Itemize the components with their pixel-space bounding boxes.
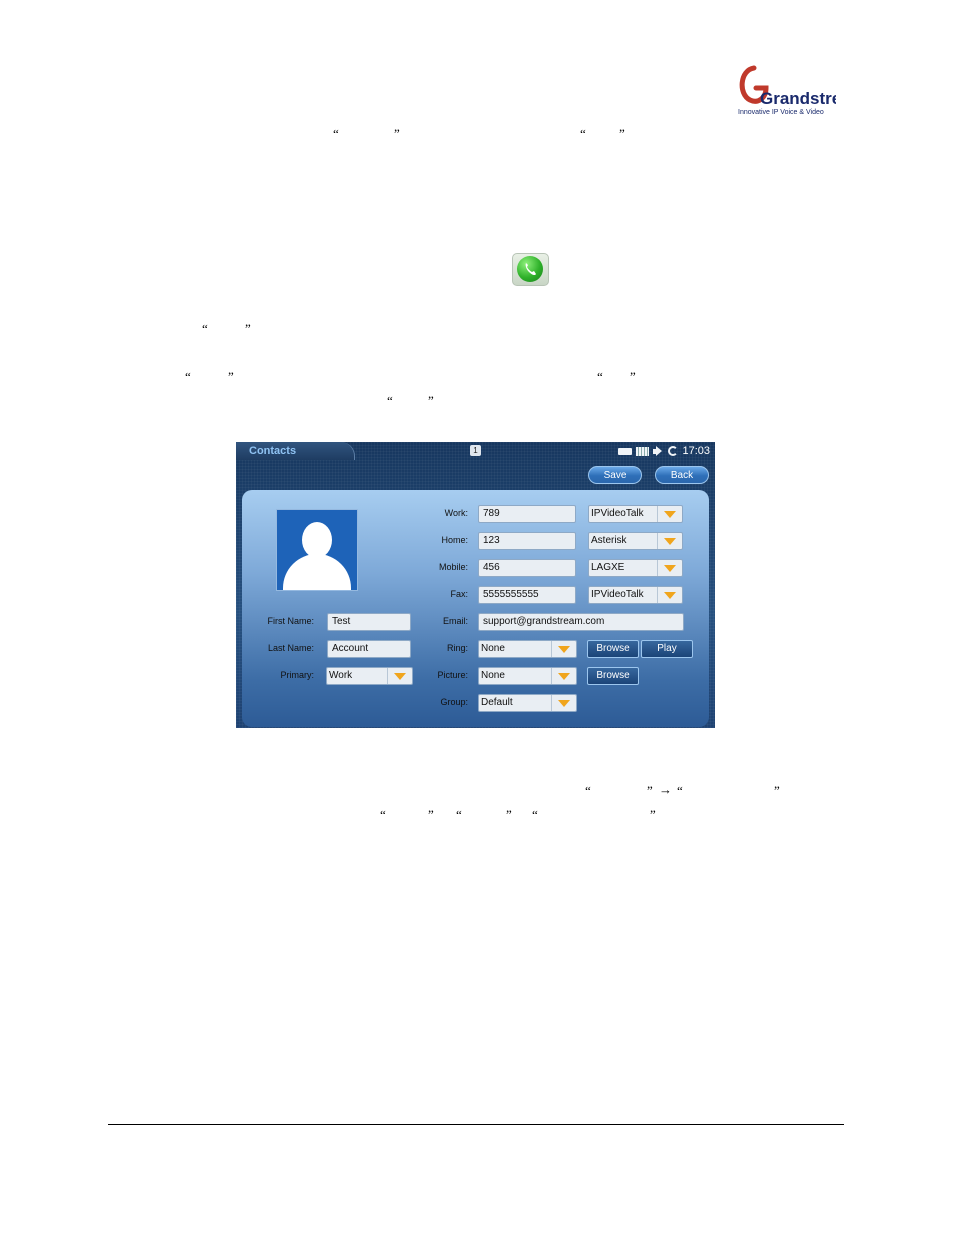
last-name-label: Last Name: [267, 643, 314, 653]
volume-icon [653, 446, 664, 456]
last-name-input[interactable]: Account [327, 640, 411, 658]
quote-mark: ” [394, 126, 400, 141]
grandstream-logo: Grandstream Innovative IP Voice & Video [736, 60, 866, 120]
picture-value: None [481, 670, 505, 681]
mobile-account-value: LAGXE [591, 562, 625, 573]
quote-mark: “ [585, 783, 591, 798]
mobile-account-select[interactable]: LAGXE [588, 559, 683, 577]
quote-mark: ” [245, 321, 251, 336]
dropdown-arrow-icon [657, 533, 682, 549]
quote-mark: “ [597, 369, 603, 384]
quote-mark: “ [387, 393, 393, 408]
quote-mark: ” [428, 393, 434, 408]
picture-browse-button[interactable]: Browse [587, 667, 639, 685]
picture-select[interactable]: None [478, 667, 577, 685]
group-select[interactable]: Default [478, 694, 577, 712]
home-label: Home: [441, 535, 468, 545]
logo-text: Grandstream [760, 89, 836, 108]
home-number-input[interactable]: 123 [478, 532, 576, 550]
keyboard-icon [636, 446, 650, 456]
fax-account-select[interactable]: IPVideoTalk [588, 586, 683, 604]
dropdown-arrow-icon [551, 641, 576, 657]
primary-select[interactable]: Work [326, 667, 413, 685]
ring-select[interactable]: None [478, 640, 577, 658]
contacts-tab[interactable]: Contacts [236, 442, 355, 460]
primary-label: Primary: [280, 670, 315, 680]
first-name-input[interactable]: Test [327, 613, 411, 631]
arrow-icon: → [659, 782, 672, 797]
app-title: Contacts [249, 445, 297, 457]
quote-mark: “ [677, 783, 683, 798]
mobile-label: Mobile: [438, 562, 468, 572]
group-label: Group: [440, 697, 468, 707]
email-input[interactable]: support@grandstream.com [478, 613, 684, 631]
fax-account-value: IPVideoTalk [591, 589, 644, 600]
status-icons: 17:03 [618, 444, 710, 458]
home-account-value: Asterisk [591, 535, 627, 546]
contacts-screenshot: Contacts 1 17:03 Save Back Work: Home: M… [236, 442, 715, 728]
logo-tagline: Innovative IP Voice & Video [738, 109, 824, 116]
contact-avatar[interactable] [276, 509, 358, 591]
quote-mark: “ [456, 807, 462, 822]
work-account-value: IPVideoTalk [591, 508, 644, 519]
dropdown-arrow-icon [657, 560, 682, 576]
home-account-select[interactable]: Asterisk [588, 532, 683, 550]
notification-badge[interactable]: 1 [470, 445, 481, 456]
work-number-input[interactable]: 789 [478, 505, 576, 523]
fax-number-input[interactable]: 5555555555 [478, 586, 576, 604]
first-name-label: First Name: [267, 616, 314, 626]
quote-mark: ” [428, 807, 434, 822]
work-account-select[interactable]: IPVideoTalk [588, 505, 683, 523]
quote-mark: “ [333, 126, 339, 141]
quote-mark: ” [650, 807, 656, 822]
save-button[interactable]: Save [588, 466, 642, 484]
quote-mark: “ [380, 807, 386, 822]
phone-app-icon [512, 253, 549, 286]
dropdown-arrow-icon [657, 587, 682, 603]
dropdown-arrow-icon [551, 668, 576, 684]
quote-mark: ” [630, 369, 636, 384]
contact-form: Work: Home: Mobile: Fax: Email: Ring: Pi… [242, 490, 709, 727]
quote-mark: ” [228, 369, 234, 384]
mobile-number-input[interactable]: 456 [478, 559, 576, 577]
quote-mark: ” [647, 783, 653, 798]
dropdown-arrow-icon [551, 695, 576, 711]
quote-mark: ” [774, 783, 780, 798]
work-label: Work: [444, 508, 468, 518]
ring-value: None [481, 643, 505, 654]
group-value: Default [481, 697, 513, 708]
ring-browse-button[interactable]: Browse [587, 640, 639, 658]
fax-label: Fax: [450, 589, 468, 599]
battery-icon [618, 447, 633, 455]
dropdown-arrow-icon [387, 668, 412, 684]
ring-play-button[interactable]: Play [641, 640, 693, 658]
quote-mark: “ [185, 369, 191, 384]
quote-mark: “ [532, 807, 538, 822]
quote-mark: ” [506, 807, 512, 822]
quote-mark: ” [619, 126, 625, 141]
quote-mark: “ [580, 126, 586, 141]
quote-mark: “ [202, 321, 208, 336]
status-bar: Contacts 1 17:03 [236, 442, 715, 460]
primary-value: Work [329, 670, 353, 681]
sync-icon [668, 446, 679, 456]
footer-divider [108, 1124, 844, 1125]
clock: 17:03 [682, 445, 710, 457]
back-button[interactable]: Back [655, 466, 709, 484]
dropdown-arrow-icon [657, 506, 682, 522]
